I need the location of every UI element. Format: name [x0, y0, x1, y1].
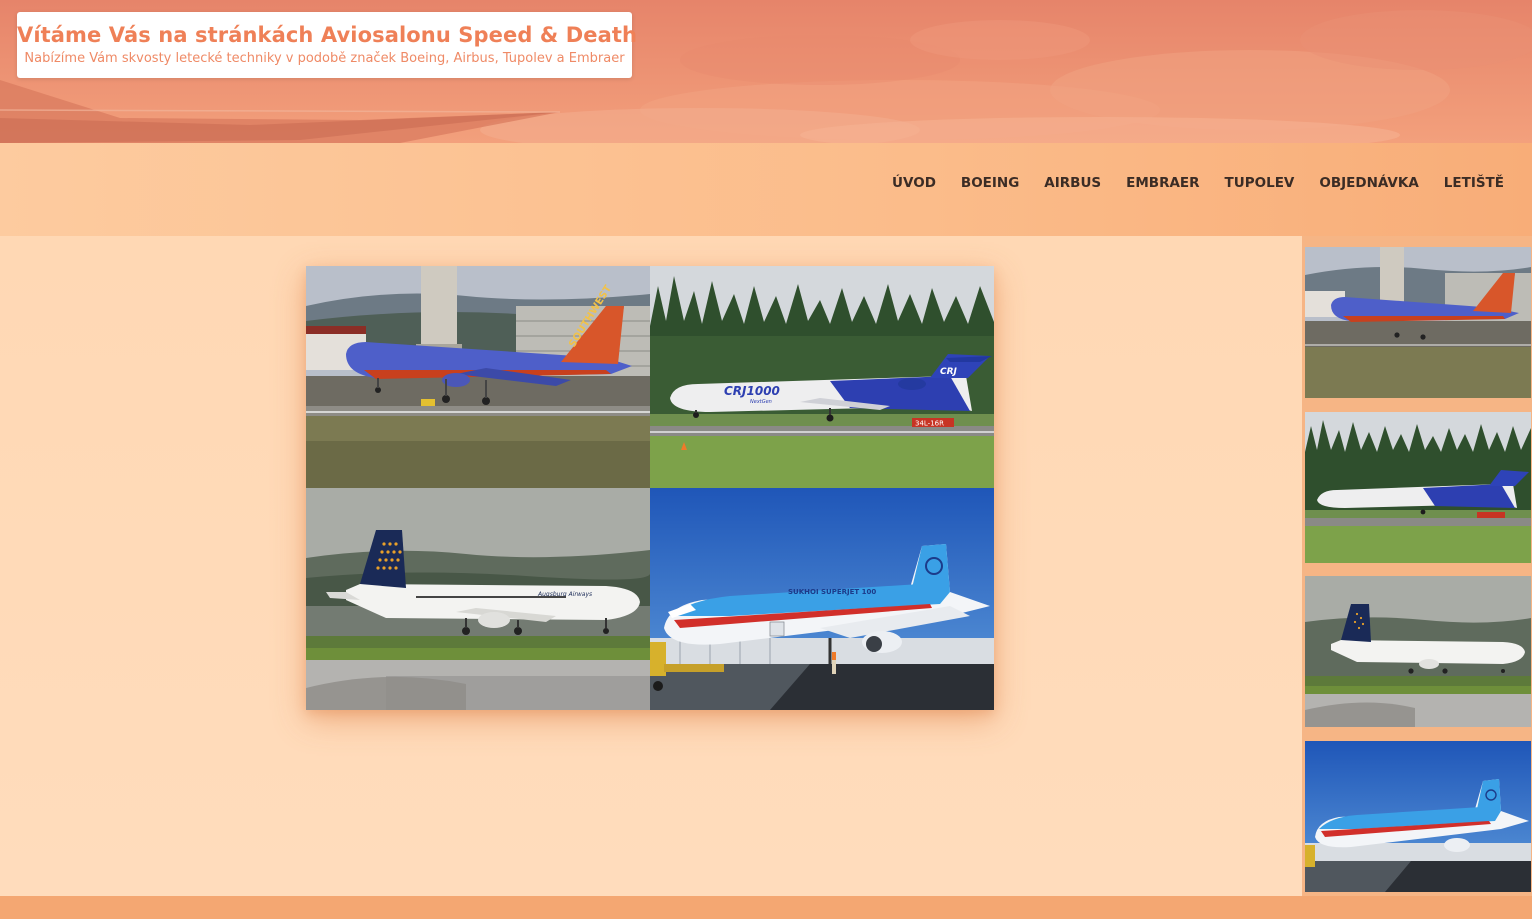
thumbnail-crj1000-image	[1305, 412, 1531, 563]
aircraft-photo-collage: SOUTHWEST 34L-16R CRJ CRJ1000 NextGen Au…	[306, 266, 994, 710]
crj-tail-text: CRJ	[940, 367, 958, 377]
nav-item-boeing[interactable]: Boeing	[948, 175, 1031, 191]
southwest-plane-image: SOUTHWEST	[306, 266, 650, 488]
thumbnail-southwest[interactable]	[1305, 247, 1531, 398]
page-footer	[0, 896, 1532, 919]
crj1000-plane-image: 34L-16R CRJ CRJ1000 NextGen	[650, 266, 994, 488]
main-content: SOUTHWEST 34L-16R CRJ CRJ1000 NextGen Au…	[0, 236, 1302, 896]
photo-sukhoi-superjet[interactable]: SUKHOI SUPERJET 100	[650, 488, 994, 710]
crj-nextgen-text: NextGen	[750, 399, 772, 405]
nav-item-letiste[interactable]: Letiště	[1431, 175, 1504, 191]
thumbnail-sukhoi-image	[1305, 741, 1531, 892]
thumbnail-augsburg[interactable]	[1305, 576, 1531, 727]
thumbnail-southwest-image	[1305, 247, 1531, 398]
site-subtitle: Nabízíme Vám skvosty letecké techniky v …	[24, 51, 625, 66]
main-navigation-bar: Úvod Boeing Airbus Embraer Tupolev Objed…	[0, 143, 1532, 236]
augsburg-plane-image: Augsburg Airways	[306, 488, 650, 710]
nav-item-embraer[interactable]: Embraer	[1114, 175, 1212, 191]
thumbnail-crj1000[interactable]	[1305, 412, 1531, 563]
runway-sign-text: 34L-16R	[915, 420, 944, 428]
thumbnail-sidebar	[1302, 236, 1532, 896]
photo-southwest-boeing[interactable]: SOUTHWEST	[306, 266, 650, 488]
nav-item-objednavka[interactable]: Objednávka	[1307, 175, 1431, 191]
nav-item-uvod[interactable]: Úvod	[880, 175, 949, 191]
header-banner: Vítáme Vás na stránkách Aviosalonu Speed…	[0, 0, 1532, 143]
thumbnail-sukhoi[interactable]	[1305, 741, 1531, 892]
thumbnail-augsburg-image	[1305, 576, 1531, 727]
sukhoi-livery-text: SUKHOI SUPERJET 100	[788, 588, 876, 596]
site-title-box: Vítáme Vás na stránkách Aviosalonu Speed…	[17, 12, 638, 78]
photo-augsburg-embraer[interactable]: Augsburg Airways	[306, 488, 650, 710]
site-title: Vítáme Vás na stránkách Aviosalonu Speed…	[17, 23, 638, 47]
nav-item-tupolev[interactable]: Tupolev	[1212, 175, 1307, 191]
crj-livery-text: CRJ1000	[724, 384, 780, 398]
sukhoi-plane-image: SUKHOI SUPERJET 100	[650, 488, 994, 710]
nav-item-airbus[interactable]: Airbus	[1032, 175, 1114, 191]
main-nav-menu: Úvod Boeing Airbus Embraer Tupolev Objed…	[880, 175, 1504, 191]
photo-crj1000[interactable]: 34L-16R CRJ CRJ1000 NextGen	[650, 266, 994, 488]
